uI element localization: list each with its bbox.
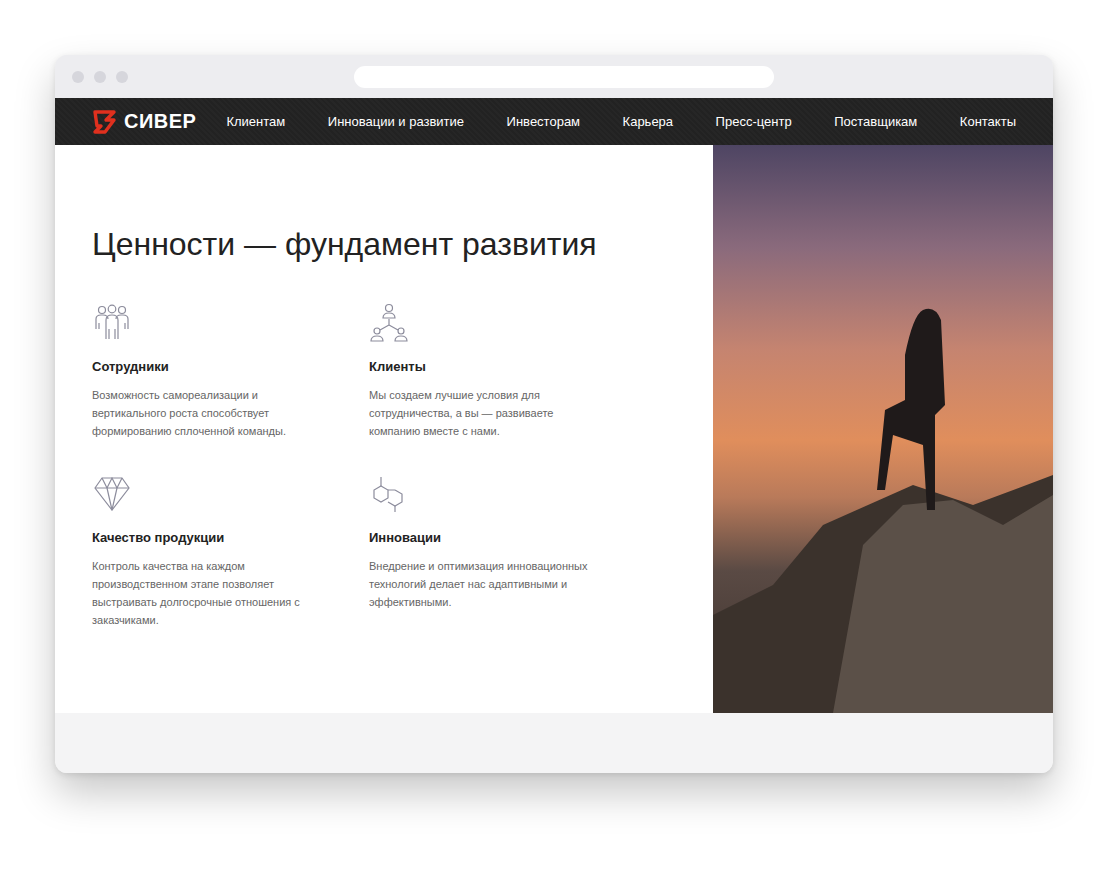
browser-toolbar [55, 55, 1053, 98]
nav-item[interactable]: Поставщикам [834, 114, 917, 129]
hero-photo [713, 145, 1053, 713]
nav-item[interactable]: Инновации и развитие [328, 114, 464, 129]
nav-item[interactable]: Пресс-центр [716, 114, 792, 129]
footer-strip [55, 713, 1053, 773]
nav-item[interactable]: Карьера [623, 114, 674, 129]
browser-window: СИВЕР Клиентам Инновации и развитие Инвесто… [55, 55, 1053, 773]
value-card: Клиенты Мы создаем лучшие условия для сот… [369, 303, 646, 440]
nav-item[interactable]: Инвесторам [507, 114, 580, 129]
value-card: Сотрудники Возможность самореализации и в… [92, 303, 369, 440]
value-text: Контроль качества на каждом производстве… [92, 557, 317, 629]
values-section: Ценности — фундамент развития Сотрудники В… [55, 145, 1053, 713]
value-title: Инновации [369, 530, 646, 545]
window-dot[interactable] [116, 71, 128, 83]
site-nav: СИВЕР Клиентам Инновации и развитие Инвесто… [55, 98, 1053, 145]
nav-item[interactable]: Контакты [960, 114, 1016, 129]
hierarchy-icon [369, 303, 409, 343]
value-title: Качество продукции [92, 530, 369, 545]
value-text: Мы создаем лучшие условия для сотрудниче… [369, 386, 594, 440]
value-title: Клиенты [369, 359, 646, 374]
window-dot[interactable] [94, 71, 106, 83]
value-card: Инновации Внедрение и оптимизация инновац… [369, 474, 646, 629]
logo[interactable]: СИВЕР [92, 109, 196, 135]
nav-item[interactable]: Клиентам [226, 114, 285, 129]
value-text: Возможность самореализации и вертикально… [92, 386, 317, 440]
window-dot[interactable] [72, 71, 84, 83]
people-icon [92, 303, 132, 343]
diamond-icon [92, 474, 132, 514]
value-text: Внедрение и оптимизация инновационных те… [369, 557, 594, 611]
value-card: Качество продукции Контроль качества на к… [92, 474, 369, 629]
section-title: Ценности — фундамент развития [92, 225, 693, 263]
address-bar[interactable] [354, 66, 774, 88]
molecule-icon [369, 474, 409, 514]
logo-icon [92, 109, 120, 135]
value-title: Сотрудники [92, 359, 369, 374]
mountain-icon [713, 145, 1053, 713]
